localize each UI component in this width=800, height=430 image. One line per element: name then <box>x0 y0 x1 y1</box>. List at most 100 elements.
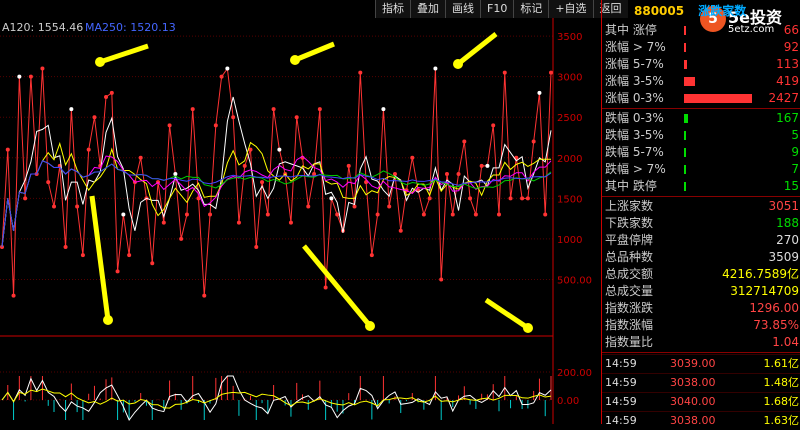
distribution-bar <box>684 131 686 140</box>
data-point <box>381 107 386 112</box>
toolbar-button-1[interactable]: 叠加 <box>410 0 445 18</box>
tick-volume: 1.61亿 <box>763 357 800 370</box>
distribution-bar <box>684 60 687 69</box>
annotation-arrow <box>89 195 111 321</box>
row-label: 其中 跌停 <box>605 179 657 193</box>
panel-header: 880005 涨跌家数 <box>602 0 800 22</box>
data-point <box>543 212 548 217</box>
distribution-bar <box>684 26 686 35</box>
data-point <box>398 228 403 233</box>
stat-label: 指数涨幅 <box>605 318 654 332</box>
stat-label: 下跌家数 <box>605 216 654 230</box>
summary-stats: 上涨家数 3051 下跌家数 188 平盘停牌 270 总品种数 3509 总成交额 4216.7… <box>602 198 800 351</box>
tick-list: 14:59 3039.00 1.61亿 14:59 3038.00 1.48亿 14:59 3… <box>602 354 800 430</box>
stat-value: 73.85% <box>753 318 799 332</box>
tick-time: 14:59 <box>605 414 637 427</box>
tick-time: 14:59 <box>605 376 637 389</box>
toolbar-button-3[interactable]: F10 <box>480 0 514 18</box>
data-point <box>427 196 432 201</box>
up-distribution: 其中 涨停 66 涨幅 > 7% 92 涨幅 5-7% 113 涨幅 3-5% 419 涨幅 0… <box>602 22 800 107</box>
tick-row: 14:59 3038.00 1.48亿 <box>602 373 800 392</box>
data-point <box>23 196 28 201</box>
data-point <box>115 269 120 274</box>
data-point <box>473 212 478 217</box>
data-point <box>80 253 85 258</box>
stat-row: 总成交额 4216.7589亿 <box>602 266 800 283</box>
toolbar-button-2[interactable]: 画线 <box>445 0 480 18</box>
data-point <box>260 180 265 185</box>
data-point <box>40 66 45 71</box>
data-point <box>161 220 166 225</box>
data-point <box>462 139 467 144</box>
data-point <box>271 107 276 112</box>
annotation-arrowhead <box>103 315 113 325</box>
up-row: 涨幅 0-3% 2427 <box>602 90 800 107</box>
stat-row: 平盘停牌 270 <box>602 232 800 249</box>
data-point <box>387 204 392 209</box>
divider <box>602 352 800 353</box>
data-point <box>121 212 126 217</box>
stat-label: 指数涨跌 <box>605 301 654 315</box>
data-point <box>127 253 132 258</box>
data-point <box>288 220 293 225</box>
tick-volume: 1.68亿 <box>763 395 800 408</box>
annotation-arrow <box>302 244 372 328</box>
y-tick-label: 1500 <box>557 194 582 205</box>
distribution-bar <box>684 114 689 123</box>
distribution-bar <box>684 77 695 86</box>
data-point <box>190 107 195 112</box>
stat-value: 1.04 <box>772 335 799 349</box>
data-point <box>335 212 340 217</box>
up-row: 其中 涨停 66 <box>602 22 800 39</box>
toolbar-button-0[interactable]: 指标 <box>375 0 410 18</box>
row-label: 涨幅 0-3% <box>605 91 664 105</box>
data-point <box>52 204 57 209</box>
data-point <box>11 293 16 298</box>
data-point <box>508 196 513 201</box>
stat-value: 3051 <box>768 199 799 213</box>
row-value: 419 <box>776 74 799 88</box>
distribution-bar <box>684 94 753 103</box>
distribution-bar <box>684 182 686 191</box>
tick-price: 3039.00 <box>670 357 716 370</box>
annotation-arrow <box>294 41 335 63</box>
data-point <box>219 74 224 79</box>
down-row: 跌幅 > 7% 7 <box>602 161 800 178</box>
annotation-arrowhead <box>523 323 533 333</box>
data-point <box>46 180 51 185</box>
data-point <box>167 123 172 128</box>
data-point <box>179 236 184 241</box>
tick-time: 14:59 <box>605 395 637 408</box>
stat-value: 270 <box>776 233 799 247</box>
row-value: 9 <box>791 145 799 159</box>
stat-row: 总品种数 3509 <box>602 249 800 266</box>
data-point <box>444 172 449 176</box>
toolbar-button-5[interactable]: +自选 <box>548 0 593 18</box>
row-value: 167 <box>776 111 799 125</box>
data-point <box>63 245 68 249</box>
main-chart[interactable]: 3500 3000 2500 2000 1500 1000 500.00 A120: 1554… <box>0 0 600 424</box>
data-point <box>421 212 426 217</box>
data-point <box>358 70 363 75</box>
tick-volume: 1.63亿 <box>763 414 800 427</box>
stat-label: 平盘停牌 <box>605 233 654 247</box>
up-row: 涨幅 > 7% 92 <box>602 39 800 56</box>
data-point <box>109 90 114 95</box>
down-distribution: 跌幅 0-3% 167 跌幅 3-5% 5 跌幅 5-7% 9 跌幅 > 7% 7 其中 跌停 1… <box>602 110 800 195</box>
row-label: 其中 涨停 <box>605 23 657 37</box>
sub-tick-label: 0.00 <box>557 396 579 407</box>
ma250-label: MA250: 1520.13 <box>85 21 176 34</box>
data-point <box>433 66 438 71</box>
signal-line <box>1 388 552 409</box>
ma120-label: A120: 1554.46 <box>2 21 83 34</box>
toolbar-button-4[interactable]: 标记 <box>513 0 549 18</box>
data-point <box>138 155 143 160</box>
y-tick-label: 500.00 <box>557 275 592 286</box>
data-point <box>213 123 218 128</box>
data-point <box>450 212 455 217</box>
distribution-bar <box>684 148 686 157</box>
tick-time: 14:59 <box>605 357 637 370</box>
annotation-arrowhead <box>365 321 375 331</box>
data-point <box>104 94 109 99</box>
tick-row: 14:59 3040.00 1.68亿 <box>602 392 800 411</box>
